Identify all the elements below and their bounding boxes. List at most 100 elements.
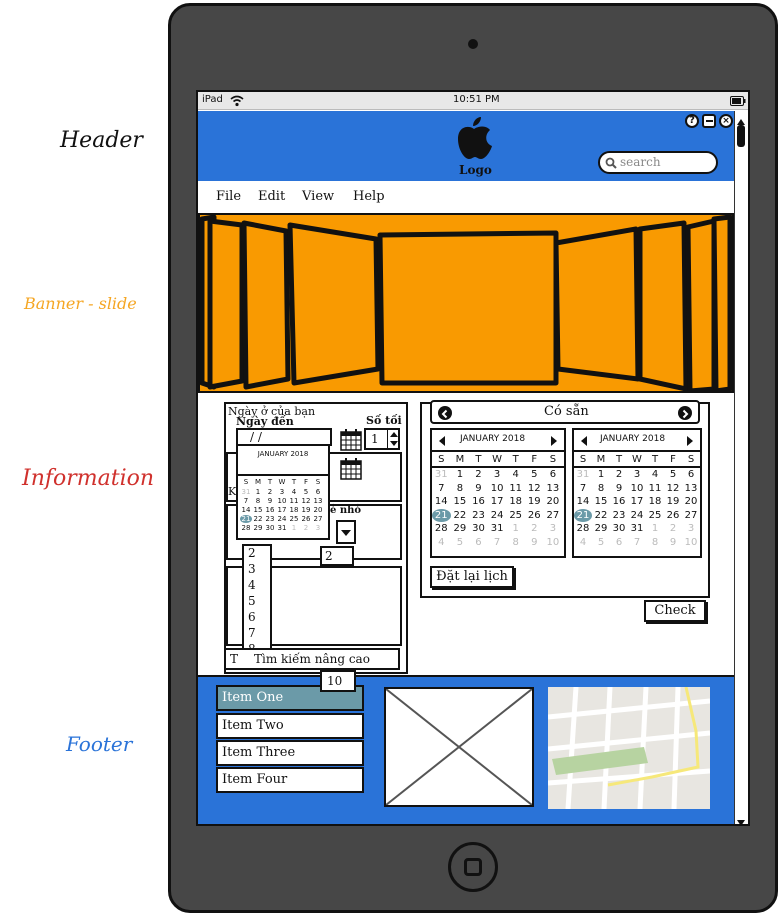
calendar-day[interactable]: 2 xyxy=(469,468,488,481)
menu-view[interactable]: View xyxy=(302,189,334,204)
chevron-left-icon[interactable] xyxy=(580,435,588,447)
calendar-day[interactable]: 8 xyxy=(592,482,610,495)
calendar-day[interactable]: 6 xyxy=(469,536,488,549)
calendar-day[interactable]: 11 xyxy=(646,482,664,495)
calendar-day[interactable]: 31 xyxy=(240,488,252,496)
calendar-day[interactable]: 25 xyxy=(506,509,525,522)
calendar-day[interactable]: 19 xyxy=(525,495,544,508)
calendar-day[interactable]: 18 xyxy=(646,495,664,508)
calendar-day[interactable]: 12 xyxy=(664,482,682,495)
calendar-day[interactable]: 24 xyxy=(276,515,288,523)
scroll-down-icon[interactable] xyxy=(736,813,746,824)
calendar-day[interactable]: 30 xyxy=(469,522,488,535)
calendar-day[interactable]: 26 xyxy=(525,509,544,522)
calendar-day[interactable]: 8 xyxy=(252,497,264,505)
calendar-icon[interactable] xyxy=(340,429,362,451)
calendar-day[interactable]: 9 xyxy=(264,497,276,505)
calendar-day[interactable]: 25 xyxy=(288,515,300,523)
help-icon[interactable]: ? xyxy=(685,114,699,128)
calendar-day[interactable]: 1 xyxy=(451,468,470,481)
close-icon[interactable]: × xyxy=(719,114,733,128)
calendar-day[interactable]: 10 xyxy=(488,482,507,495)
calendar-day[interactable]: 2 xyxy=(300,524,312,532)
calendar-day[interactable]: 22 xyxy=(592,509,610,522)
calendar-day[interactable]: 1 xyxy=(646,522,664,535)
calendar-day[interactable]: 28 xyxy=(240,524,252,532)
calendar-day[interactable]: 31 xyxy=(488,522,507,535)
calendar-day[interactable]: 18 xyxy=(288,506,300,514)
calendar-day[interactable]: 2 xyxy=(610,468,628,481)
calendar-day[interactable]: 5 xyxy=(664,468,682,481)
calendar-day[interactable]: 11 xyxy=(288,497,300,505)
calendar-day[interactable]: 20 xyxy=(312,506,324,514)
calendar-day[interactable]: 9 xyxy=(664,536,682,549)
calendar-day[interactable]: 6 xyxy=(312,488,324,496)
calendar-day[interactable]: 15 xyxy=(592,495,610,508)
calendar-day[interactable]: 4 xyxy=(288,488,300,496)
calendar-day[interactable]: 20 xyxy=(544,495,563,508)
calendar-day[interactable]: 27 xyxy=(682,509,700,522)
banner-slider[interactable] xyxy=(198,213,734,394)
calendar-day[interactable]: 7 xyxy=(432,482,451,495)
calendar-day[interactable]: 14 xyxy=(574,495,592,508)
calendar-day[interactable]: 3 xyxy=(488,468,507,481)
calendar-day[interactable]: 4 xyxy=(432,536,451,549)
availability-calendar-2[interactable]: JANUARY 2018 S M T W T F S 31 1 2 3 4 5 6 7 8 9 10 11 12 13 1… xyxy=(572,428,702,558)
calendar-day[interactable]: 31 xyxy=(432,468,451,481)
calendar-day[interactable]: 1 xyxy=(506,522,525,535)
calendar-day[interactable]: 27 xyxy=(544,509,563,522)
calendar-day[interactable]: 7 xyxy=(488,536,507,549)
menu-help[interactable]: Help xyxy=(353,189,385,204)
calendar-day[interactable]: 10 xyxy=(544,536,563,549)
calendar-day[interactable]: 4 xyxy=(574,536,592,549)
calendar-day[interactable]: 10 xyxy=(276,497,288,505)
search-input[interactable]: search xyxy=(598,151,718,174)
calendar-day[interactable]: 3 xyxy=(628,468,646,481)
dropdown-option[interactable]: 6 xyxy=(248,610,256,624)
calendar-day[interactable]: 3 xyxy=(682,522,700,535)
calendar-day[interactable]: 8 xyxy=(646,536,664,549)
calendar-day[interactable]: 1 xyxy=(592,468,610,481)
calendar-day[interactable]: 29 xyxy=(252,524,264,532)
calendar-day[interactable]: 6 xyxy=(610,536,628,549)
list-item[interactable]: Item Two xyxy=(216,713,364,739)
calendar-day[interactable]: 31 xyxy=(276,524,288,532)
home-button[interactable] xyxy=(448,842,498,892)
calendar-day[interactable]: 23 xyxy=(469,509,488,522)
menu-file[interactable]: File xyxy=(216,189,241,204)
calendar-day[interactable]: 5 xyxy=(525,468,544,481)
room-count-dropdown-list[interactable]: 2345678 xyxy=(242,544,272,664)
calendar-day[interactable]: 2 xyxy=(264,488,276,496)
calendar-day[interactable]: 29 xyxy=(592,522,610,535)
calendar-day[interactable]: 15 xyxy=(252,506,264,514)
calendar-day[interactable]: 23 xyxy=(264,515,276,523)
calendar-day[interactable]: 30 xyxy=(610,522,628,535)
calendar-day[interactable]: 1 xyxy=(288,524,300,532)
calendar-day[interactable]: 6 xyxy=(682,468,700,481)
calendar-day[interactable]: 15 xyxy=(451,495,470,508)
calendar-day[interactable]: 18 xyxy=(506,495,525,508)
calendar-day[interactable]: 14 xyxy=(240,506,252,514)
calendar-day[interactable]: 16 xyxy=(610,495,628,508)
stepper-arrows-icon[interactable] xyxy=(387,430,399,448)
calendar-day[interactable]: 9 xyxy=(610,482,628,495)
calendar-day[interactable]: 28 xyxy=(432,522,451,535)
dropdown-option[interactable]: 4 xyxy=(248,578,256,592)
calendar-day[interactable]: 21 xyxy=(432,508,451,522)
calendar-day[interactable]: 17 xyxy=(488,495,507,508)
dropdown-option[interactable]: 5 xyxy=(248,594,256,608)
calendar-day[interactable]: 5 xyxy=(300,488,312,496)
calendar-day[interactable]: 13 xyxy=(544,482,563,495)
calendar-day[interactable]: 8 xyxy=(451,482,470,495)
calendar-day[interactable]: 4 xyxy=(506,468,525,481)
chevron-left-icon[interactable] xyxy=(438,435,446,447)
calendar-icon[interactable] xyxy=(340,458,362,480)
calendar-day[interactable]: 26 xyxy=(664,509,682,522)
calendar-day[interactable]: 11 xyxy=(506,482,525,495)
calendar-day[interactable]: 12 xyxy=(300,497,312,505)
calendar-day[interactable]: 9 xyxy=(525,536,544,549)
calendar-day[interactable]: 10 xyxy=(682,536,700,549)
adult-count-box[interactable]: 2 xyxy=(320,546,354,566)
calendar-day[interactable]: 17 xyxy=(628,495,646,508)
calendar-day[interactable]: 2 xyxy=(664,522,682,535)
